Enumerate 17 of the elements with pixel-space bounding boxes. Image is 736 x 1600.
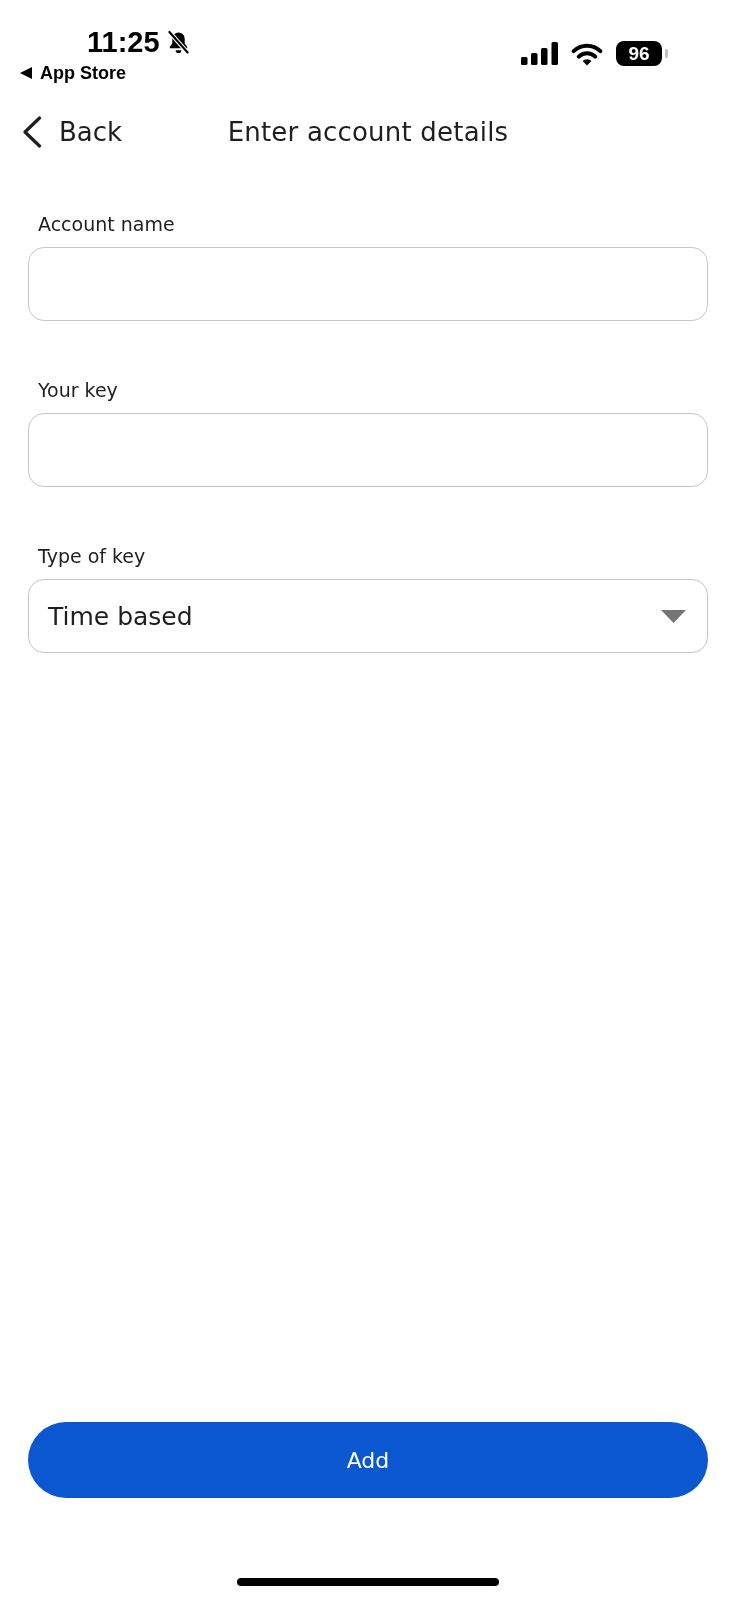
field-label: Account name (37, 212, 176, 236)
text-input-field[interactable] (28, 247, 708, 321)
chevron-left-icon (22, 116, 42, 148)
triangle-down-icon (661, 609, 686, 623)
back-button[interactable]: Back (22, 116, 123, 148)
battery-indicator: 96 (616, 41, 668, 66)
status-time: 11:25 (87, 25, 160, 59)
dropdown-field[interactable]: Time based (28, 579, 708, 653)
back-to-app-link[interactable]: App Store (20, 62, 190, 84)
signal-bars-icon (521, 42, 558, 65)
field-label: Your key (37, 378, 119, 402)
field-label: Type of key (37, 544, 147, 568)
wifi-icon (570, 41, 604, 66)
page-title: Enter account details (227, 117, 509, 147)
text-input-field[interactable] (28, 413, 708, 487)
add-button[interactable]: Add (28, 1422, 708, 1498)
triangle-left-icon (20, 67, 32, 79)
